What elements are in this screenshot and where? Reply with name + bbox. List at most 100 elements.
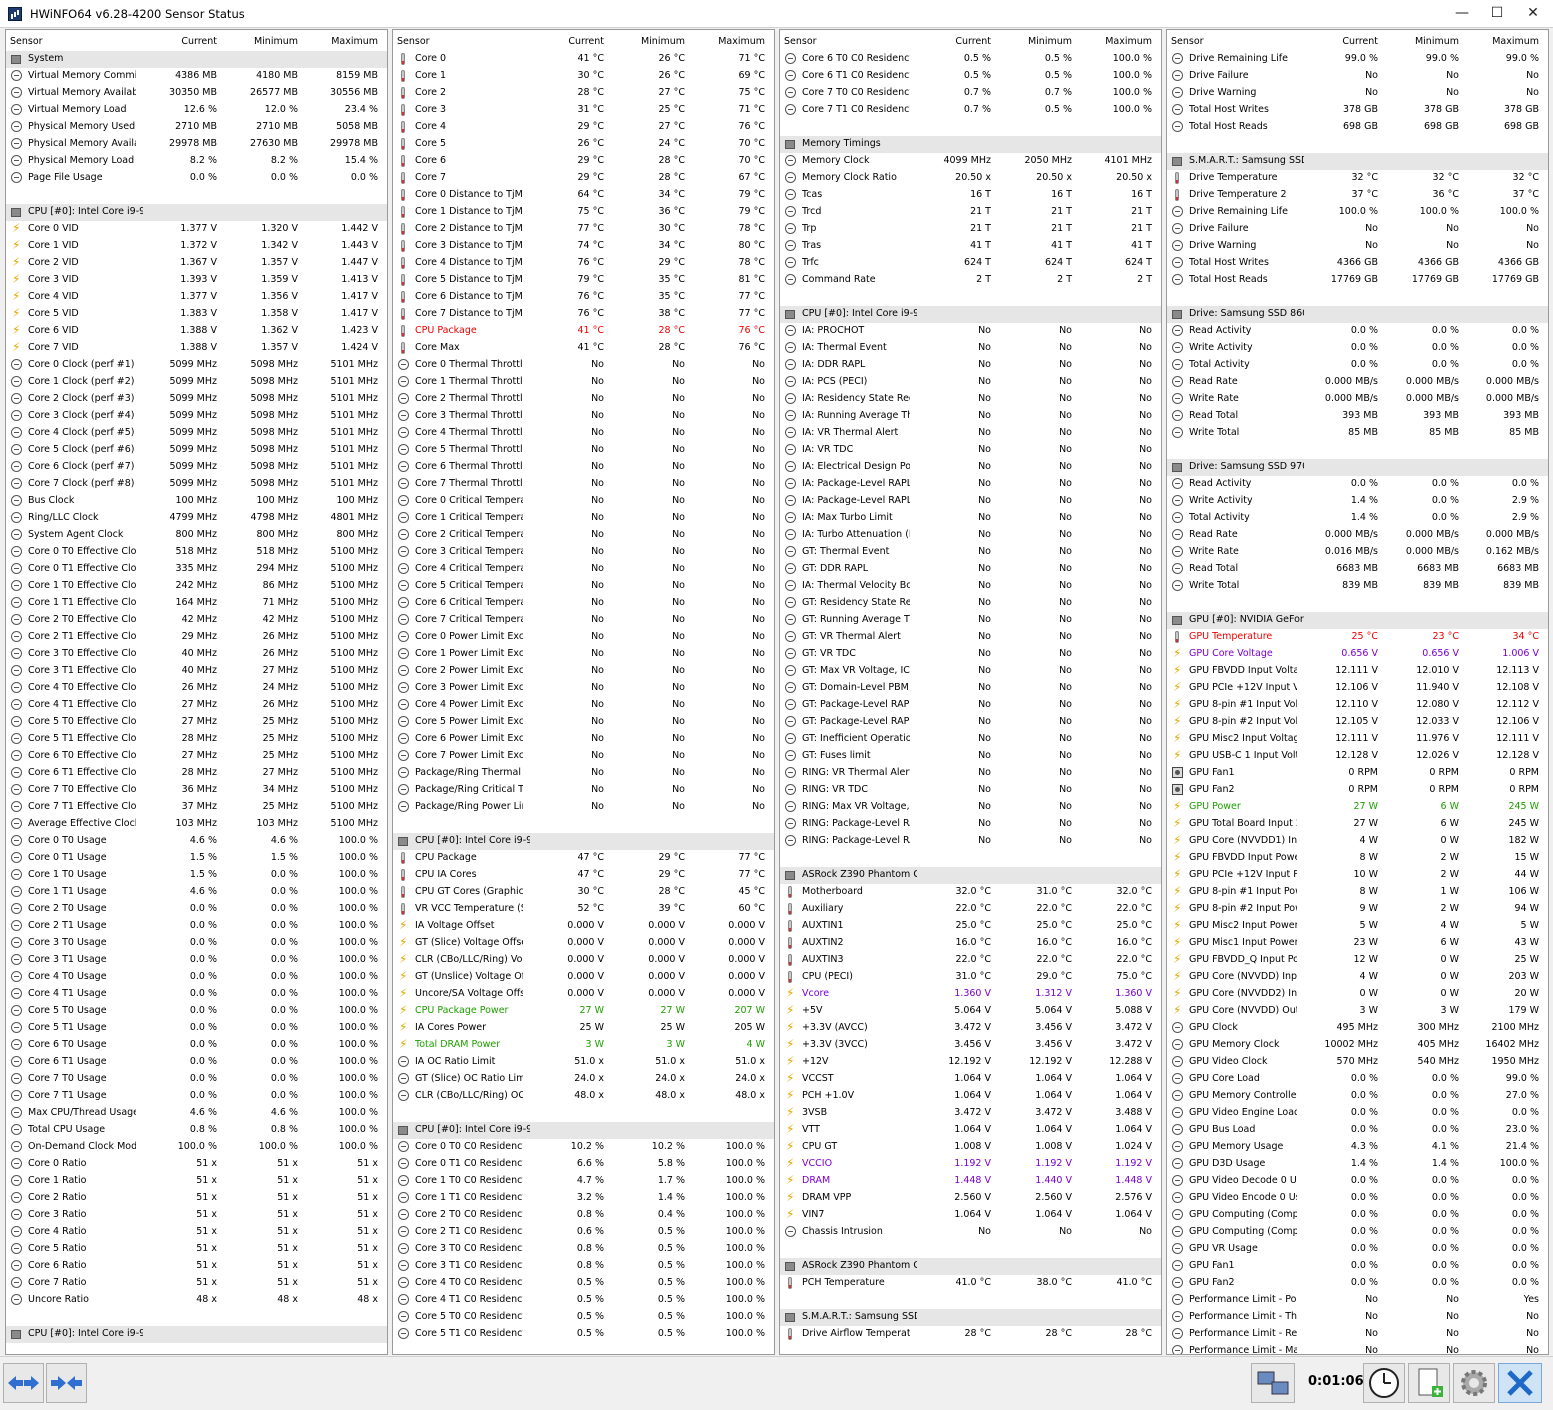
sensor-row[interactable]: ⚡GT (Unslice) Voltage Offset0.000 V0.000…: [393, 969, 774, 986]
sensor-row[interactable]: GT: Running Average The...NoNoNo: [780, 612, 1161, 629]
column-header[interactable]: Sensor Current Minimum Maximum: [6, 30, 387, 51]
column-header-maximum[interactable]: Maximum: [1463, 36, 1539, 47]
sensor-row[interactable]: Virtual Memory Available 30350 MB 26577 MB…: [6, 85, 387, 102]
sensor-row[interactable]: Core 4 T1 C0 Residency 0.5 % 0.5 % 100.0 %: [393, 1292, 774, 1309]
sensor-row[interactable]: ⚡ DRAM VPP 2.560 V 2.560 V 2.576 V: [780, 1190, 1161, 1207]
sensor-row[interactable]: ⚡GPU Core (NVVDD) Outp...3 W3 W179 W: [1167, 1003, 1548, 1020]
sensor-row[interactable]: CPU GT Cores (Graphics) 30 °C 28 °C 45 °C: [393, 884, 774, 901]
sensor-row[interactable]: Core 1 30 °C 26 °C 69 °C: [393, 68, 774, 85]
sensor-row[interactable]: GPU VR Usage 0.0 % 0.0 % 0.0 %: [1167, 1241, 1548, 1258]
sensor-row[interactable]: System Agent Clock 800 MHz 800 MHz 800 MHz: [6, 527, 387, 544]
sensor-row[interactable]: GPU Memory Clock 10002 MHz 405 MHz 16402 MH…: [1167, 1037, 1548, 1054]
sensor-row[interactable]: Package/Ring Critical Te...NoNoNo: [393, 782, 774, 799]
sensor-row[interactable]: IA: Running Average Ther...NoNoNo: [780, 408, 1161, 425]
sensor-row[interactable]: Command Rate 2 T2 T2 T: [780, 272, 1161, 289]
sensor-row[interactable]: Drive Airflow Temperature28 °C28 °C28 °C: [780, 1326, 1161, 1343]
sensor-row[interactable]: Physical Memory Available29978 MB27630 M…: [6, 136, 387, 153]
sensor-row[interactable]: Physical Memory Used 2710 MB 2710 MB 5058 M…: [6, 119, 387, 136]
sensor-group-header[interactable]: S.M.A.R.T.: Samsung SSD ...: [1167, 153, 1548, 170]
sensor-row[interactable]: RING: VR Thermal Alert No No No: [780, 765, 1161, 782]
sensor-row[interactable]: Core 6 Ratio 51 x 51 x 51 x: [6, 1258, 387, 1275]
sensor-row[interactable]: ⚡ Total DRAM Power 3 W3 W4 W: [393, 1037, 774, 1054]
sensor-row[interactable]: Core 3 Clock (perf #4) 5099 MHz 5098 MHz 51…: [6, 408, 387, 425]
column-header[interactable]: Sensor Current Minimum Maximum: [393, 30, 774, 51]
sensor-row[interactable]: ⚡CLR (CBo/LLC/Ring) Volta...0.000 V0.000…: [393, 952, 774, 969]
sensor-row[interactable]: ⚡ VCCIO 1.192 V 1.192 V 1.192 V: [780, 1156, 1161, 1173]
sensor-row[interactable]: Virtual Memory Commited4386 MB4180 MB815…: [6, 68, 387, 85]
sensor-row[interactable]: Core 6 Power Limit Excee...NoNoNo: [393, 731, 774, 748]
sensor-row[interactable]: Core 1 T0 C0 Residency 4.7 % 1.7 % 100.0 %: [393, 1173, 774, 1190]
sensor-row[interactable]: VR VCC Temperature (SV...52 °C39 °C60 °C: [393, 901, 774, 918]
sensor-row[interactable]: Core 7 Clock (perf #8) 5099 MHz 5098 MHz 51…: [6, 476, 387, 493]
sensor-row[interactable]: Core 6 Distance to TjMAX76 °C35 °C77 °C: [393, 289, 774, 306]
sensor-row[interactable]: Read Activity 0.0 % 0.0 % 0.0 %: [1167, 476, 1548, 493]
column-header-current[interactable]: Current: [1302, 36, 1378, 47]
sensor-row[interactable]: Core 2 T0 Usage 0.0 % 0.0 % 100.0 %: [6, 901, 387, 918]
sensor-row[interactable]: Core 4 29 °C 27 °C 76 °C: [393, 119, 774, 136]
nav-collapse-button[interactable]: [46, 1363, 87, 1403]
sensor-row[interactable]: Auxiliary 22.0 °C 22.0 °C 22.0 °C: [780, 901, 1161, 918]
sensor-row[interactable]: PCH Temperature 41.0 °C 38.0 °C 41.0 °C: [780, 1275, 1161, 1292]
sensor-row[interactable]: Read Rate 0.000 MB/s 0.000 MB/s 0.000 MB/s: [1167, 527, 1548, 544]
sensor-row[interactable]: Core 7 Distance to TjMAX76 °C38 °C77 °C: [393, 306, 774, 323]
sensor-row[interactable]: GPU Clock 495 MHz 300 MHz 2100 MHz: [1167, 1020, 1548, 1037]
sensor-row[interactable]: Core 2 Distance to TjMAX77 °C30 °C78 °C: [393, 221, 774, 238]
sensor-row[interactable]: GPU Video Clock 570 MHz 540 MHz 1950 MHz: [1167, 1054, 1548, 1071]
sensor-row[interactable]: GPU Video Decode 0 Usa...0.0 %0.0 %0.0 %: [1167, 1173, 1548, 1190]
sensor-group-header[interactable]: Memory Timings: [780, 136, 1161, 153]
sensor-row[interactable]: IA: PROCHOT No No No: [780, 323, 1161, 340]
sensor-panel-2[interactable]: Sensor Current Minimum Maximum Core 0 41 °C 26…: [392, 29, 775, 1355]
sensor-row[interactable]: Core 4 Ratio 51 x 51 x 51 x: [6, 1224, 387, 1241]
sensor-group-header[interactable]: GPU [#0]: NVIDIA GeForc...: [1167, 612, 1548, 629]
sensor-row[interactable]: Max CPU/Thread Usage 4.6 % 4.6 % 100.0 %: [6, 1105, 387, 1122]
sensor-row[interactable]: IA: Package-Level RAPL/P...NoNoNo: [780, 476, 1161, 493]
sensor-row[interactable]: ⚡ GPU Misc2 Input Power 5 W4 W5 W: [1167, 918, 1548, 935]
sensor-row[interactable]: Core Max 41 °C 28 °C 76 °C: [393, 340, 774, 357]
sensor-row[interactable]: Core 3 T1 Usage 0.0 % 0.0 % 100.0 %: [6, 952, 387, 969]
sensor-row[interactable]: Core 4 T0 Usage 0.0 % 0.0 % 100.0 %: [6, 969, 387, 986]
sensor-row[interactable]: ⚡ GPU FBVDD Input Power 8 W2 W 15 W: [1167, 850, 1548, 867]
sensor-row[interactable]: IA: Turbo Attenuation (M...NoNoNo: [780, 527, 1161, 544]
sensor-group-header[interactable]: CPU [#0]: Intel Core i9-99...: [6, 1326, 387, 1343]
sensor-row[interactable]: CPU IA Cores 47 °C 29 °C 77 °C: [393, 867, 774, 884]
sensor-row[interactable]: ⚡ +12V 12.192 V 12.192 V 12.288 V: [780, 1054, 1161, 1071]
sensor-row[interactable]: Core 4 Critical Temperatu...NoNoNo: [393, 561, 774, 578]
sensor-row[interactable]: ⚡ CPU Package Power 27 W 27 W 207 W: [393, 1003, 774, 1020]
sensor-row[interactable]: Core 5 T0 Effective Clock 27 MHz 25 MHz 510…: [6, 714, 387, 731]
sensor-row[interactable]: Core 0 Thermal ThrottlingNoNoNo: [393, 357, 774, 374]
sensor-row[interactable]: ⚡GPU Core (NVVDD2) Inpu...0 W0 W20 W: [1167, 986, 1548, 1003]
sensor-row[interactable]: Core 5 T0 C0 Residency 0.5 % 0.5 % 100.0 %: [393, 1309, 774, 1326]
sensor-row[interactable]: Core 0 41 °C 26 °C 71 °C: [393, 51, 774, 68]
sensor-row[interactable]: ⚡ Core 5 VID 1.383 V 1.358 V 1.417 V: [6, 306, 387, 323]
sensor-row[interactable]: Core 0 Distance to TjMAX64 °C34 °C79 °C: [393, 187, 774, 204]
column-header-minimum[interactable]: Minimum: [221, 36, 298, 47]
sensor-row[interactable]: Motherboard 32.0 °C 31.0 °C 32.0 °C: [780, 884, 1161, 901]
sensor-row[interactable]: Core 5 T1 Effective Clock 28 MHz 25 MHz 510…: [6, 731, 387, 748]
sensor-row[interactable]: Write Activity 0.0 % 0.0 % 0.0 %: [1167, 340, 1548, 357]
sensor-row[interactable]: GPU Computing (Comput...0.0 %0.0 %0.0 %: [1167, 1224, 1548, 1241]
sensor-row[interactable]: ⚡GPU 8-pin #2 Input Voltage12.105 V12.03…: [1167, 714, 1548, 731]
sensor-row[interactable]: Core 7 T1 C0 Residency 0.7 % 0.5 % 100.0 %: [780, 102, 1161, 119]
sensor-row[interactable]: Core 0 Clock (perf #1) 5099 MHz 5098 MHz 51…: [6, 357, 387, 374]
sensor-row[interactable]: Trcd 21 T 21 T 21 T: [780, 204, 1161, 221]
sensor-group-header[interactable]: Drive: Samsung SSD 970 ...: [1167, 459, 1548, 476]
sensor-row[interactable]: Total Activity 0.0 % 0.0 % 0.0 %: [1167, 357, 1548, 374]
sensor-row[interactable]: Core 3 T1 Effective Clock 40 MHz 27 MHz 510…: [6, 663, 387, 680]
sensor-row[interactable]: IA: Thermal Velocity BoostNoNoNo: [780, 578, 1161, 595]
column-header-minimum[interactable]: Minimum: [995, 36, 1072, 47]
sensor-row[interactable]: Core 5 Thermal ThrottlingNoNoNo: [393, 442, 774, 459]
sensor-row[interactable]: Core 4 Thermal ThrottlingNoNoNo: [393, 425, 774, 442]
sensor-row[interactable]: Write Activity 1.4 % 0.0 % 2.9 %: [1167, 493, 1548, 510]
sensor-row[interactable]: On-Demand Clock Modul...100.0 %100.0 %10…: [6, 1139, 387, 1156]
sensor-row[interactable]: Memory Clock 4099 MHz 2050 MHz 4101 MHz: [780, 153, 1161, 170]
sensor-row[interactable]: Core 3 Ratio 51 x 51 x 51 x: [6, 1207, 387, 1224]
column-header-minimum[interactable]: Minimum: [1382, 36, 1459, 47]
sensor-row[interactable]: Read Total 393 MB 393 MB 393 MB: [1167, 408, 1548, 425]
sensor-row[interactable]: Core 0 Ratio 51 x 51 x 51 x: [6, 1156, 387, 1173]
sensor-row[interactable]: Core 4 Clock (perf #5) 5099 MHz 5098 MHz 51…: [6, 425, 387, 442]
column-header-sensor[interactable]: Sensor: [10, 36, 43, 47]
sensor-row[interactable]: Core 4 T1 Effective Clock 27 MHz 26 MHz 510…: [6, 697, 387, 714]
sensor-row[interactable]: Core 2 Thermal ThrottlingNoNoNo: [393, 391, 774, 408]
sensor-row[interactable]: GT: Inefficient Operation No No No: [780, 731, 1161, 748]
sensor-row[interactable]: Write Total 85 MB 85 MB 85 MB: [1167, 425, 1548, 442]
